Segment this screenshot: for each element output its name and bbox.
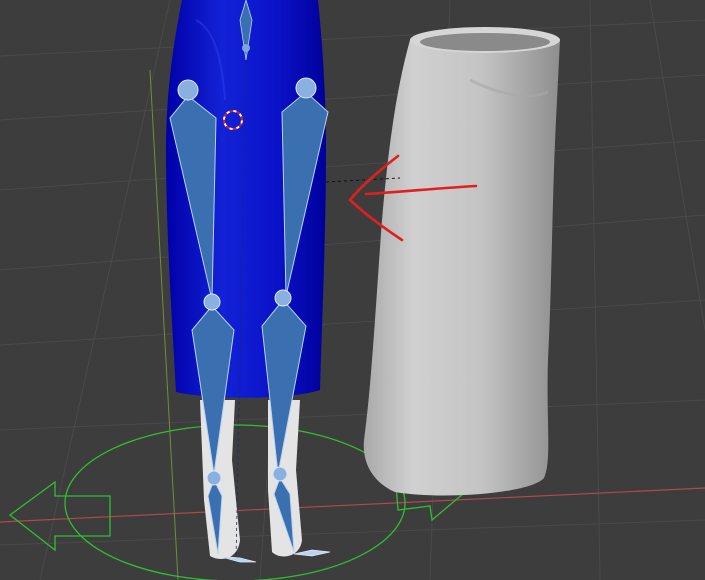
spine-joint[interactable] (242, 44, 250, 52)
left-knee-joint[interactable] (203, 293, 221, 311)
left-toe-bone[interactable] (217, 555, 257, 563)
left-ankle-joint[interactable] (206, 470, 222, 486)
right-knee-joint[interactable] (274, 289, 292, 307)
3d-viewport[interactable] (0, 0, 705, 580)
right-ankle-joint[interactable] (272, 466, 288, 482)
left-hip-joint[interactable] (177, 79, 199, 101)
right-hip-joint[interactable] (295, 77, 317, 99)
right-toe-bone[interactable] (293, 549, 331, 557)
unrigged-skirt-mesh[interactable] (363, 27, 560, 496)
